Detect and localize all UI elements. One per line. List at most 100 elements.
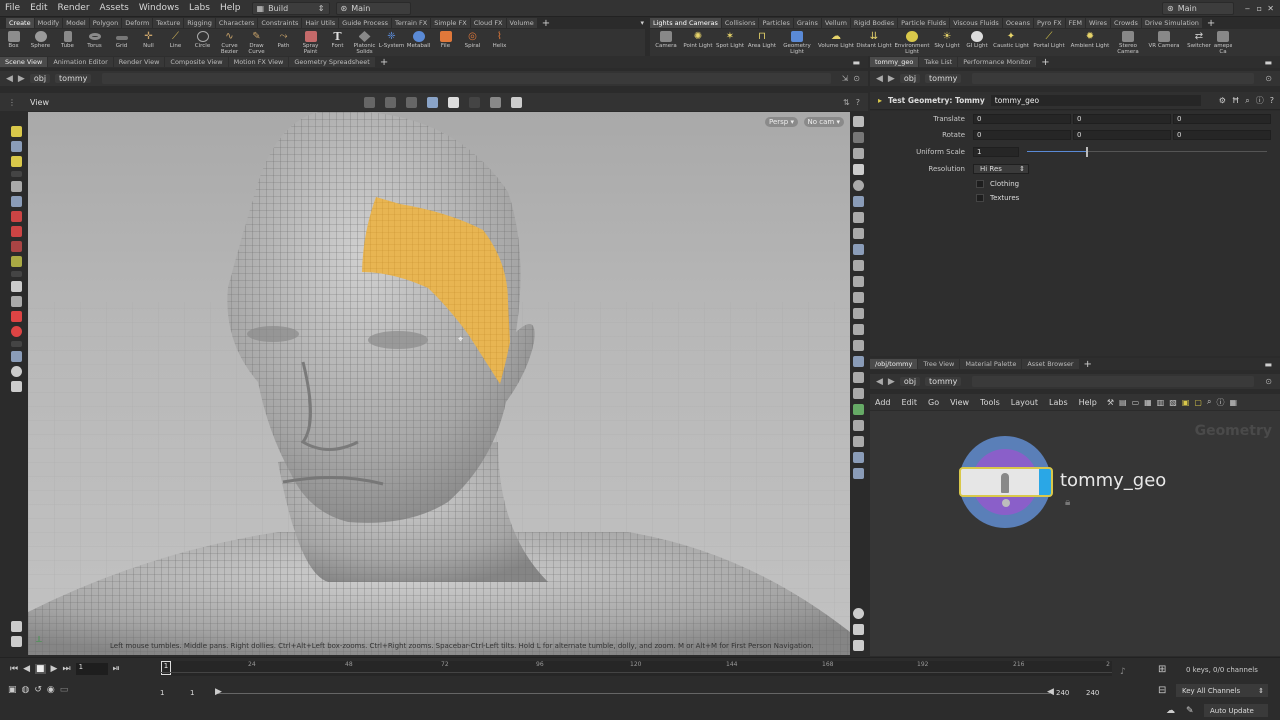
- shelf-tab-grains[interactable]: Grains: [793, 18, 821, 28]
- search-icon[interactable]: ⌕: [1207, 397, 1211, 407]
- render-region-icon[interactable]: [10, 311, 22, 322]
- path-obj[interactable]: obj: [29, 74, 51, 83]
- keys-icon[interactable]: ⊞: [1158, 664, 1166, 675]
- shelf-tab-rigging[interactable]: Rigging: [184, 18, 215, 28]
- tool-environment-light[interactable]: Environment Light: [892, 29, 932, 56]
- orbit-icon[interactable]: [10, 351, 22, 362]
- light-icon[interactable]: [852, 212, 864, 223]
- tool-spiral[interactable]: ◎ Spiral: [459, 29, 486, 56]
- tool-area-light[interactable]: ⊓ Area Light: [746, 29, 778, 56]
- tool-spot-light[interactable]: ✶ Spot Light: [714, 29, 746, 56]
- tool-tube[interactable]: Tube: [54, 29, 81, 56]
- back-icon[interactable]: ◀: [6, 74, 13, 84]
- tool-sphere[interactable]: Sphere: [27, 29, 54, 56]
- tab-take-list[interactable]: Take List: [919, 57, 958, 67]
- normal-display-icon[interactable]: [852, 276, 864, 287]
- range-end[interactable]: 240: [1056, 689, 1069, 697]
- path-dropdown[interactable]: [972, 376, 1255, 387]
- range-slider-track[interactable]: [218, 693, 1050, 694]
- play-icon[interactable]: ▶: [51, 664, 58, 674]
- path-dropdown[interactable]: [972, 73, 1255, 84]
- display-icon[interactable]: [852, 116, 864, 127]
- current-frame-field[interactable]: 1: [75, 663, 108, 675]
- tool-l-system[interactable]: ❈ L-System: [378, 29, 405, 56]
- tool-volume-light[interactable]: ☁ Volume Light: [816, 29, 856, 56]
- pane-menu-icon[interactable]: ▬: [1264, 360, 1272, 369]
- translate-x[interactable]: 0: [973, 114, 1071, 124]
- pane-menu-icon[interactable]: ▬: [1264, 58, 1272, 67]
- shelf-tab-simple-fx[interactable]: Simple FX: [431, 18, 470, 28]
- forward-icon[interactable]: ▶: [888, 74, 895, 84]
- pin-icon[interactable]: ⇲: [842, 74, 849, 83]
- selection-visibility-icon[interactable]: [852, 244, 864, 255]
- path-tommy[interactable]: tommy: [55, 74, 92, 83]
- shelf-tab-model[interactable]: Model: [63, 18, 89, 28]
- menu-edit[interactable]: Edit: [25, 3, 52, 13]
- scene-viewport[interactable]: Persp ▾ No cam ▾ Left mouse tumbles. Mid…: [28, 112, 850, 655]
- shelf-tab-terrain-fx[interactable]: Terrain FX: [391, 18, 431, 28]
- start-frame[interactable]: 1: [160, 689, 164, 697]
- camera-tool-icon[interactable]: [10, 281, 22, 292]
- range-start[interactable]: 1: [190, 689, 194, 697]
- globe-icon[interactable]: [10, 366, 22, 377]
- shelf-tab-modify[interactable]: Modify: [34, 18, 63, 28]
- tool-helix[interactable]: ⌇ Helix: [486, 29, 513, 56]
- end-frame[interactable]: 240: [1086, 689, 1099, 697]
- texture-icon[interactable]: [852, 388, 864, 399]
- rotate-y[interactable]: 0: [1073, 130, 1171, 140]
- tool-point-light[interactable]: ✺ Point Light: [682, 29, 714, 56]
- prim-numbers-icon[interactable]: [852, 308, 864, 319]
- tool-camera[interactable]: Camera: [650, 29, 682, 56]
- lock-camera-icon[interactable]: [852, 148, 864, 159]
- shelf-tab-drive-simulation[interactable]: Drive Simulation: [1141, 18, 1202, 28]
- translate-z[interactable]: 0: [1173, 114, 1271, 124]
- tab-motion-fx-view[interactable]: Motion FX View: [228, 57, 289, 67]
- info-icon[interactable]: ⓘ: [1256, 95, 1264, 106]
- net-menu-tools[interactable]: Tools: [975, 398, 1005, 407]
- right-context-selector[interactable]: ⊛ Main: [1162, 1, 1234, 15]
- stats-icon[interactable]: [852, 436, 864, 447]
- shelf-tab-constraints[interactable]: Constraints: [258, 18, 302, 28]
- net-menu-edit[interactable]: Edit: [897, 398, 923, 407]
- timeline-ruler[interactable]: 1 24 48 72 96 120 144 168 192 216 2: [160, 661, 1112, 676]
- resolution-menu[interactable]: Hi Res ⇕: [973, 164, 1029, 174]
- range-end-handle[interactable]: ◀: [1047, 687, 1054, 697]
- menu-windows[interactable]: Windows: [134, 3, 184, 13]
- shelf-tab-volume[interactable]: Volume: [506, 18, 537, 28]
- tool-portal-light[interactable]: ⟋ Portal Light: [1030, 29, 1068, 56]
- layout-icon[interactable]: ▭: [1132, 398, 1140, 407]
- prim-mode-icon[interactable]: [427, 96, 438, 108]
- tool-grid[interactable]: Grid: [108, 29, 135, 56]
- tool-path[interactable]: ⤳ Path: [270, 29, 297, 56]
- shelf-tab-create[interactable]: Create: [6, 18, 34, 28]
- select-tool-icon[interactable]: [10, 126, 22, 137]
- uniform-scale-field[interactable]: 1: [973, 147, 1019, 157]
- path-obj[interactable]: obj: [899, 377, 921, 386]
- brush-icon[interactable]: [10, 241, 22, 252]
- tool-spray-paint[interactable]: Spray Paint: [297, 29, 324, 56]
- group-mode-icon[interactable]: [469, 96, 480, 108]
- tab-tommy-geo[interactable]: tommy_geo: [870, 57, 919, 67]
- tab-render-view[interactable]: Render View: [113, 57, 165, 67]
- link-icon[interactable]: ⊙: [853, 74, 860, 83]
- sound-icon[interactable]: ◍: [22, 685, 30, 695]
- net-menu-help[interactable]: Help: [1074, 398, 1102, 407]
- help-icon[interactable]: ?: [1270, 96, 1274, 105]
- edge-mode-icon[interactable]: [406, 96, 417, 108]
- back-icon[interactable]: ◀: [876, 74, 883, 84]
- key-filter-icon[interactable]: ⊟: [1158, 685, 1166, 696]
- context-selector[interactable]: ⊛ Main: [335, 1, 411, 15]
- display-flag[interactable]: [1039, 469, 1051, 495]
- tool-box[interactable]: Box: [0, 29, 27, 56]
- link-icon[interactable]: ⊙: [1265, 377, 1272, 386]
- step-icon[interactable]: ⏯: [113, 664, 120, 674]
- shelf-tab-hair-utils[interactable]: Hair Utils: [302, 18, 339, 28]
- tool-gamepad-camera[interactable]: Gamepad Ca: [1214, 29, 1232, 56]
- link-icon[interactable]: ⊙: [1265, 74, 1272, 83]
- tool-font[interactable]: T Font: [324, 29, 351, 56]
- align-icon[interactable]: ▧: [1169, 398, 1177, 407]
- tab-geometry-spreadsheet[interactable]: Geometry Spreadsheet: [289, 57, 375, 67]
- sim-cache-icon[interactable]: ◉: [47, 685, 55, 695]
- wrench-icon[interactable]: ⚒: [1107, 398, 1114, 407]
- persp-menu[interactable]: Persp ▾: [765, 117, 798, 127]
